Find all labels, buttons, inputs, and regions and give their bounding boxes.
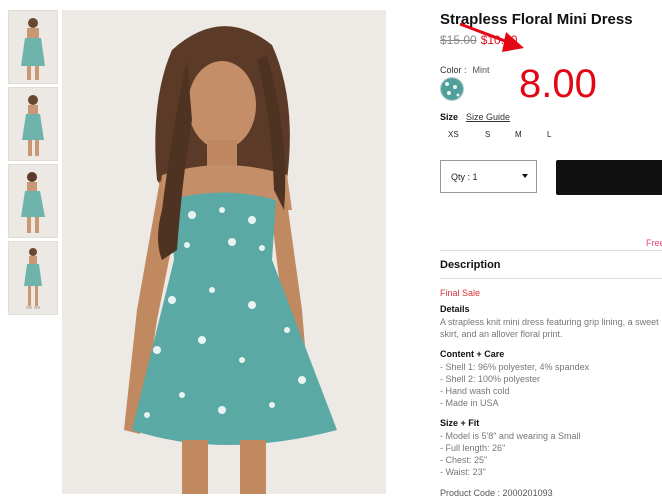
content-line-4: - Made in USA xyxy=(440,398,499,408)
add-to-bag-button[interactable] xyxy=(556,160,662,195)
quantity-select[interactable]: Qty : 1 xyxy=(440,160,537,193)
red-arrow-annotation xyxy=(459,22,524,52)
thumbnail-1[interactable] xyxy=(8,10,58,84)
color-label: Color : Mint xyxy=(440,65,490,75)
fit-line-1: - Model is 5'8" and wearing a Small xyxy=(440,431,581,441)
thumbnail-2[interactable] xyxy=(8,87,58,161)
details-line-1: A strapless knit mini dress featuring gr… xyxy=(440,317,659,327)
size-option-m[interactable]: M xyxy=(515,130,522,139)
size-fit-heading: Size + Fit xyxy=(440,418,480,428)
color-value: Mint xyxy=(472,65,490,75)
main-product-image[interactable] xyxy=(62,10,386,494)
description-heading[interactable]: Description xyxy=(440,259,501,271)
fit-line-3: - Chest: 25" xyxy=(440,455,488,465)
dropdown-caret-icon xyxy=(522,174,528,178)
final-sale-label: Final Sale xyxy=(440,288,481,298)
divider xyxy=(440,278,662,279)
size-row: Size Size Guide xyxy=(440,112,510,122)
size-guide-link[interactable]: Size Guide xyxy=(466,112,510,122)
content-line-3: - Hand wash cold xyxy=(440,386,510,396)
fit-line-2: - Full length: 26" xyxy=(440,443,506,453)
divider xyxy=(440,250,662,251)
size-option-s[interactable]: S xyxy=(485,130,490,139)
quantity-label: Qty : 1 xyxy=(451,172,478,182)
annotation-price: 8.00 xyxy=(519,62,597,106)
color-swatch-mint[interactable] xyxy=(440,77,464,101)
fit-line-4: - Waist: 23" xyxy=(440,467,486,477)
thumbnail-3[interactable] xyxy=(8,164,58,238)
details-heading: Details xyxy=(440,304,470,314)
size-options: XS S M L xyxy=(440,130,570,142)
content-care-heading: Content + Care xyxy=(440,349,505,359)
content-line-1: - Shell 1: 96% polyester, 4% spandex xyxy=(440,362,590,372)
size-label: Size xyxy=(440,112,459,122)
details-line-2: skirt, and an allover floral print. xyxy=(440,329,563,339)
thumbnail-4[interactable] xyxy=(8,241,58,315)
size-option-l[interactable]: L xyxy=(547,130,551,139)
dress-swatch-icon xyxy=(441,78,463,100)
free-shipping-text: Free xyxy=(646,238,662,248)
content-line-2: - Shell 2: 100% polyester xyxy=(440,374,541,384)
size-option-xs[interactable]: XS xyxy=(448,130,459,139)
